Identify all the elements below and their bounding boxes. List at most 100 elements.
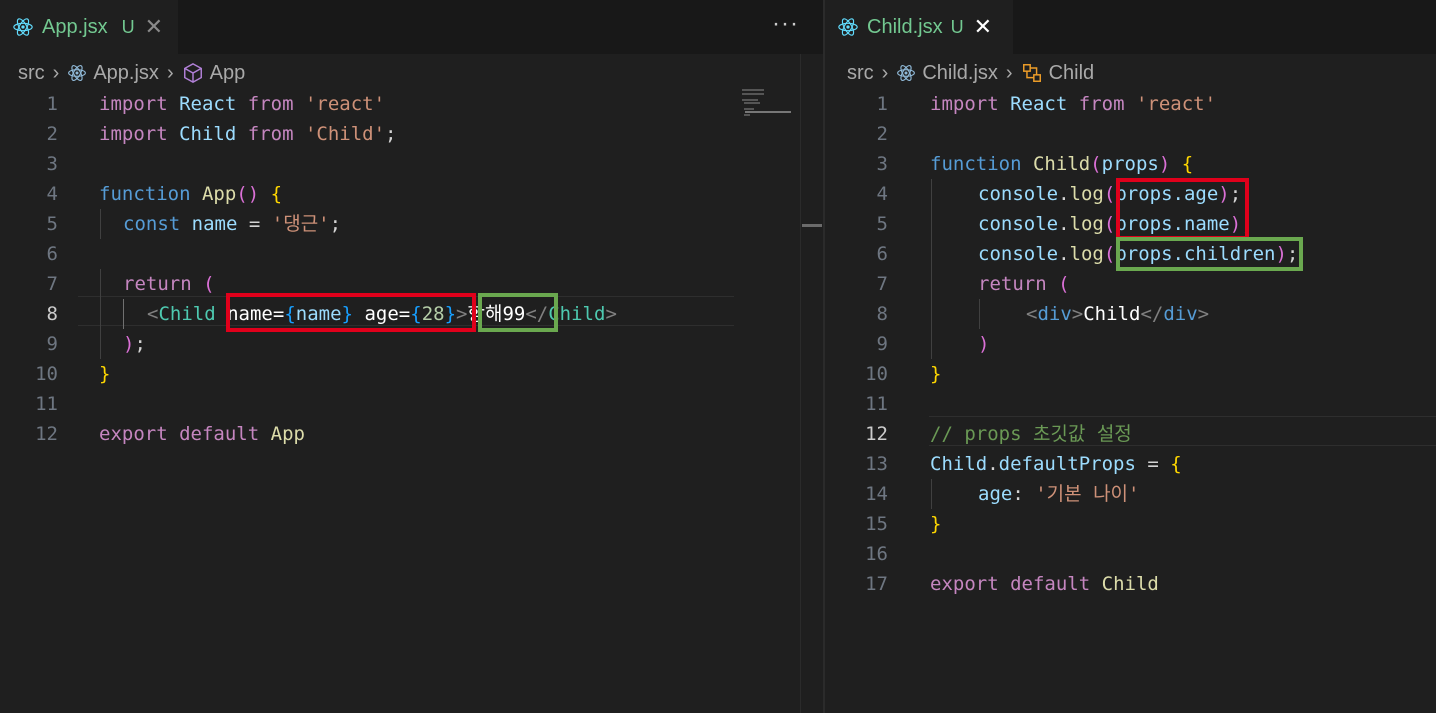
line-text: age: '기본 나이' <box>978 483 1140 505</box>
line-number: 1 <box>46 93 58 115</box>
breadcrumb-file[interactable]: App.jsx <box>93 62 159 85</box>
line-text: return ( <box>978 273 1070 295</box>
line-text: export default App <box>99 423 305 445</box>
code-line: 7 return ( <box>825 269 1436 299</box>
line-number: 11 <box>865 393 888 415</box>
line-number: 15 <box>865 513 888 535</box>
line-number: 4 <box>876 183 888 205</box>
line-number: 5 <box>876 213 888 235</box>
line-number: 2 <box>46 123 58 145</box>
tab-filename: App.jsx <box>42 15 108 38</box>
react-icon <box>838 18 858 36</box>
line-text: } <box>99 363 111 385</box>
line-number: 9 <box>876 333 888 355</box>
line-text: } <box>930 363 942 385</box>
line-text: ); <box>123 333 146 355</box>
line-text: ) <box>978 333 990 355</box>
chevron-right-icon: › <box>166 61 174 84</box>
line-number: 3 <box>46 153 58 175</box>
line-number: 2 <box>876 123 888 145</box>
breadcrumb: src › App.jsx › App <box>18 58 245 88</box>
code-line: 4 function App() { <box>0 179 823 209</box>
code-line: 15 } <box>825 509 1436 539</box>
breadcrumb: src › Child.jsx › Child <box>847 58 1094 88</box>
code-line: 12 export default App <box>0 419 823 449</box>
code-line: 2 import Child from 'Child'; <box>0 119 823 149</box>
breadcrumb-folder[interactable]: src <box>847 62 874 85</box>
line-text: import React from 'react' <box>930 93 1217 115</box>
code-line: 5 const name = '댕근'; <box>0 209 823 239</box>
line-number: 12 <box>35 423 58 445</box>
more-actions-icon[interactable]: ··· <box>772 10 799 38</box>
tab-filename: Child.jsx <box>867 15 943 38</box>
line-number: 13 <box>865 453 888 475</box>
chevron-right-icon: › <box>52 61 60 84</box>
code-line: 10 } <box>0 359 823 389</box>
line-number: 12 <box>865 423 888 445</box>
right-editor-group: Child.jsx U ✕ src › Child.jsx › Child 1 … <box>825 0 1436 713</box>
breadcrumb-folder[interactable]: src <box>18 62 45 85</box>
annotation-box-props-children <box>1116 237 1303 271</box>
line-text: import Child from 'Child'; <box>99 123 397 145</box>
line-text: Child.defaultProps = { <box>930 453 1182 475</box>
code-line: 8 <div>Child</div> <box>825 299 1436 329</box>
line-text: export default Child <box>930 573 1159 595</box>
line-number: 6 <box>876 243 888 265</box>
symbol-icon <box>1022 64 1041 82</box>
left-editor-group: App.jsx U ✕ ··· src › App.jsx › App 1 im… <box>0 0 823 713</box>
breadcrumb-symbol[interactable]: Child <box>1049 62 1095 85</box>
line-text: function Child(props) { <box>930 153 1194 175</box>
line-number: 3 <box>876 153 888 175</box>
line-text: <div>Child</div> <box>1026 303 1210 325</box>
line-number: 8 <box>876 303 888 325</box>
line-text: // props 초깃값 설정 <box>930 423 1132 445</box>
code-line: 12 // props 초깃값 설정 <box>825 419 1436 449</box>
line-number: 9 <box>46 333 58 355</box>
line-number: 5 <box>46 213 58 235</box>
line-text: function App() { <box>99 183 283 205</box>
code-line: 11 <box>825 389 1436 419</box>
code-line: 17 export default Child <box>825 569 1436 599</box>
line-number: 4 <box>46 183 58 205</box>
code-line: 14 age: '기본 나이' <box>825 479 1436 509</box>
line-text: import React from 'react' <box>99 93 386 115</box>
code-line: 9 ) <box>825 329 1436 359</box>
line-number: 1 <box>876 93 888 115</box>
tab-child-jsx[interactable]: Child.jsx U ✕ <box>825 0 1013 54</box>
chevron-right-icon: › <box>881 61 889 84</box>
tab-bar: Child.jsx U ✕ <box>825 0 1436 54</box>
line-number: 14 <box>865 483 888 505</box>
annotation-box-props-age-name <box>1116 178 1249 240</box>
code-line: 1 import React from 'react' <box>0 89 823 119</box>
code-line: 3 <box>0 149 823 179</box>
code-line: 11 <box>0 389 823 419</box>
breadcrumb-symbol[interactable]: App <box>210 62 246 85</box>
tab-bar: App.jsx U ✕ ··· <box>0 0 823 54</box>
code-line: 16 <box>825 539 1436 569</box>
line-text: return ( <box>123 273 215 295</box>
code-line: 2 <box>825 119 1436 149</box>
breadcrumb-file[interactable]: Child.jsx <box>922 62 998 85</box>
code-line: 9 ); <box>0 329 823 359</box>
cube-icon <box>183 62 202 84</box>
line-number: 10 <box>865 363 888 385</box>
line-number: 7 <box>46 273 58 295</box>
line-number: 10 <box>35 363 58 385</box>
annotation-box-props <box>226 293 476 332</box>
react-icon <box>897 65 916 81</box>
tab-app-jsx[interactable]: App.jsx U ✕ <box>0 0 178 54</box>
close-icon[interactable]: ✕ <box>974 14 992 40</box>
line-text: } <box>930 513 942 535</box>
close-icon[interactable]: ✕ <box>145 14 163 40</box>
code-line: 10 } <box>825 359 1436 389</box>
line-number: 8 <box>46 303 58 325</box>
modified-badge: U <box>950 16 964 37</box>
line-number: 7 <box>876 273 888 295</box>
line-number: 6 <box>46 243 58 265</box>
code-line: 13 Child.defaultProps = { <box>825 449 1436 479</box>
react-icon <box>68 65 87 81</box>
code-line: 3 function Child(props) { <box>825 149 1436 179</box>
react-icon <box>13 18 33 36</box>
line-number: 16 <box>865 543 888 565</box>
line-number: 17 <box>865 573 888 595</box>
